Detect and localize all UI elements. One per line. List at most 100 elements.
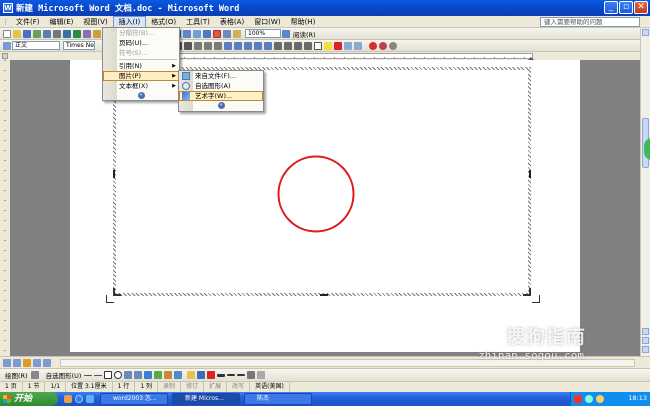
menu-file[interactable]: 文件(F) [11,16,45,28]
menu-window[interactable]: 窗口(W) [249,16,285,28]
status-extend[interactable]: 扩展 [204,382,228,392]
spelling-icon[interactable] [73,29,81,38]
select-objects-icon[interactable] [30,371,39,379]
menu-item-reference[interactable]: 引用(N) ▶ [103,61,179,71]
help-icon[interactable] [282,29,290,38]
highlight-icon[interactable] [324,41,332,50]
zoom-select[interactable]: 100% [245,29,281,38]
permission-icon[interactable] [33,29,41,38]
excel-icon[interactable] [193,29,201,38]
print-preview-icon[interactable] [63,29,71,38]
styles-icon[interactable] [3,41,11,50]
reading-view-icon[interactable] [43,358,51,367]
read-button[interactable]: 阅读(R) [291,29,318,39]
word-app-icon[interactable]: W [3,3,13,13]
taskbar-item-chenjie[interactable]: 陈杰 [244,393,312,405]
numbering-icon[interactable] [274,41,282,50]
status-record[interactable]: 录制 [158,382,182,392]
line-color-icon[interactable] [197,371,206,379]
status-track-changes[interactable]: 修订 [181,382,205,392]
side-widget-icon[interactable] [644,138,650,160]
decrease-indent-icon[interactable] [294,41,302,50]
next-page-button[interactable] [642,346,649,353]
menu-item-autoshapes[interactable]: 自选图形(A) [179,81,263,91]
shadow-style-icon[interactable] [247,371,256,379]
clip-art-icon[interactable] [164,371,173,379]
font-color-icon[interactable] [334,41,342,50]
show-hide-icon[interactable] [233,29,241,38]
enclose-characters-icon[interactable] [354,41,362,50]
document-page[interactable] [70,60,580,352]
align-right-icon[interactable] [244,41,252,50]
arrow-style-icon[interactable] [237,374,246,376]
insert-table-icon[interactable] [183,29,191,38]
fill-color-icon[interactable] [187,371,196,379]
circle-outline[interactable] [277,155,355,233]
text-box-icon[interactable] [124,371,133,379]
email-icon[interactable] [43,29,51,38]
menu-view[interactable]: 视图(V) [78,16,112,28]
arrow-icon[interactable] [94,374,103,376]
new-document-icon[interactable] [3,29,11,38]
clock[interactable]: 18:13 [628,394,647,402]
sogou-ime-icon[interactable] [574,395,582,403]
web-view-icon[interactable] [13,358,21,367]
3d-style-icon[interactable] [257,371,266,379]
normal-view-icon[interactable] [3,358,11,367]
canvas-handle-left[interactable] [113,170,115,178]
canvas-handle-bottom[interactable] [320,294,328,296]
maximize-button[interactable]: ▫ [619,1,633,14]
canvas-handle-right[interactable] [529,170,531,178]
menu-item-break[interactable]: 分隔符(B)... [103,28,179,38]
taskbar-item-word-document[interactable]: 新建 Micros... [172,393,240,405]
research-icon[interactable] [83,29,91,38]
scroll-up-button[interactable] [642,29,649,36]
ie-quicklaunch-icon[interactable] [75,395,83,403]
insert-picture-icon[interactable] [174,371,183,379]
oval-icon[interactable] [114,371,123,379]
menu-insert[interactable]: 插入(I) [112,15,147,28]
drawing-font-color-icon[interactable] [207,371,216,379]
status-overtype[interactable]: 改写 [227,382,251,392]
select-browse-object-button[interactable] [642,337,649,344]
settings-icon[interactable] [389,41,397,50]
drawing-canvas[interactable] [113,67,531,296]
print-layout-view-icon[interactable] [23,358,31,367]
document-map-icon[interactable] [223,29,231,38]
start-button[interactable]: 开始 [0,392,58,406]
line-style-icon[interactable] [217,373,226,377]
rectangle-icon[interactable] [104,371,113,379]
menu-format[interactable]: 格式(O) [146,16,181,28]
outline-view-icon[interactable] [33,358,41,367]
dash-style-icon[interactable] [227,374,236,376]
diagram-icon[interactable] [154,371,163,379]
save-icon[interactable] [23,29,31,38]
menu-help[interactable]: 帮助(H) [286,16,321,28]
stop-icon[interactable] [379,41,387,50]
outside-border-icon[interactable] [314,41,322,50]
tray-network-icon[interactable] [585,395,593,403]
vertical-text-box-icon[interactable] [134,371,143,379]
menu-table[interactable]: 表格(A) [215,16,249,28]
font-select[interactable]: Times New [63,41,95,50]
help-search-input[interactable]: 键入需要帮助的问题 [540,17,640,27]
canvas-handle-bottom-left[interactable] [113,288,121,296]
tray-volume-icon[interactable] [596,395,604,403]
cut-icon[interactable] [93,29,101,38]
menu-item-wordart[interactable]: 艺术字(W)... [179,91,263,101]
character-border-icon[interactable] [194,41,202,50]
increase-indent-icon[interactable] [304,41,312,50]
menu-item-picture[interactable]: 图片(P) ▶ [103,71,179,81]
autoshapes-menu-button[interactable]: 自选图形(U) [44,370,84,380]
circle-shape[interactable] [276,154,356,234]
justify-icon[interactable] [254,41,262,50]
line-icon[interactable] [84,374,93,376]
bullets-icon[interactable] [284,41,292,50]
minimize-button[interactable]: _ [604,1,618,14]
align-left-icon[interactable] [224,41,232,50]
vertical-ruler[interactable] [0,60,10,356]
canvas-handle-bottom-right[interactable] [523,288,531,296]
taskbar-item-word2003-guide[interactable]: word2003 怎... [100,393,168,405]
vertical-scrollbar[interactable] [640,28,650,356]
underline-icon[interactable] [184,41,192,50]
